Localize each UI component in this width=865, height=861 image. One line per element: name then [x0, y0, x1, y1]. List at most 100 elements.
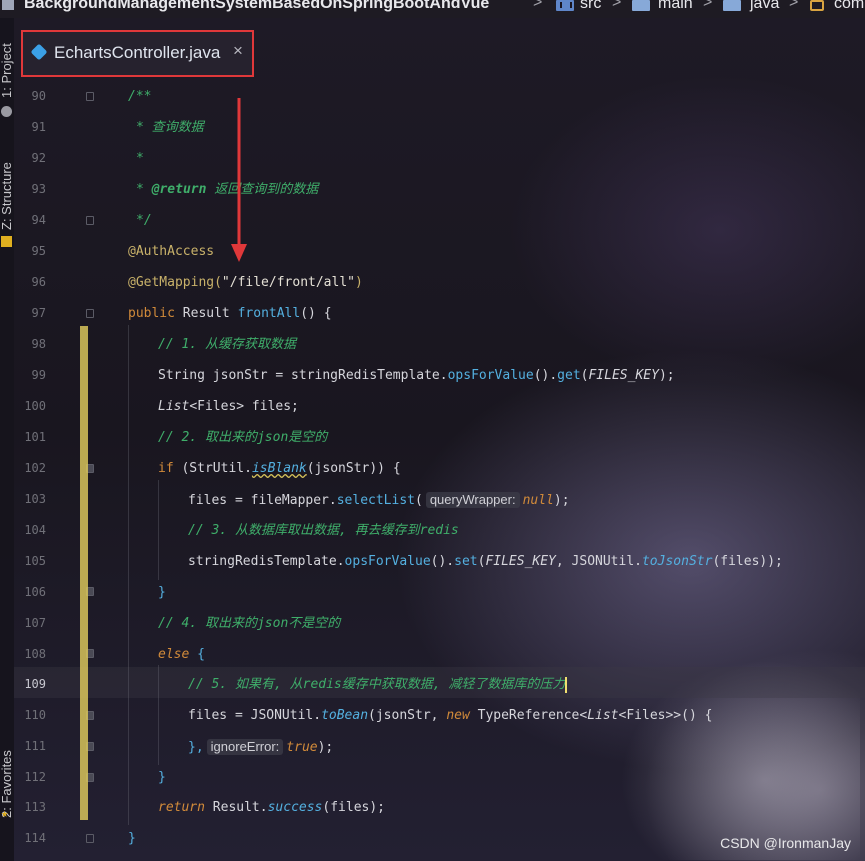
- line-number: 90: [31, 89, 46, 103]
- fold-marker-icon[interactable]: [86, 216, 94, 225]
- code-token: files = JSONUtil.: [188, 708, 322, 723]
- code-token: }: [128, 831, 136, 846]
- code-line-97: public Result frontAll() {: [128, 306, 332, 322]
- code-line-111: }, ignoreError: true);: [188, 739, 333, 756]
- code-token: (files);: [322, 800, 386, 815]
- code-token: (jsonStr)) {: [306, 461, 401, 476]
- line-number: 102: [24, 461, 46, 475]
- code-token: FILES_KEY: [485, 554, 556, 569]
- line-number: 94: [31, 213, 46, 227]
- code-token: @AuthAccess: [128, 244, 215, 259]
- code-line-94: */: [136, 213, 152, 229]
- code-token: (: [415, 493, 423, 508]
- code-token: // 4. 取出来的json不是空的: [158, 616, 341, 631]
- watermark: CSDN @IronmanJay: [720, 835, 851, 851]
- project-tool-tab[interactable]: 1: Project: [0, 43, 14, 98]
- code-line-108: else {: [158, 647, 205, 663]
- code-token: "/file/front/all": [221, 275, 355, 290]
- code-line-91: * 查询数据: [136, 120, 204, 136]
- code-token: set: [454, 554, 478, 569]
- code-token: * 查询数据: [136, 120, 204, 135]
- code-line-99: String jsonStr = stringRedisTemplate.ops…: [158, 368, 675, 384]
- breadcrumb-com[interactable]: com: [834, 0, 864, 12]
- fold-marker-icon[interactable]: [86, 309, 94, 318]
- code-token: <Files>>() {: [618, 708, 713, 723]
- code-line-106: }: [158, 585, 166, 601]
- fold-marker-icon[interactable]: [86, 834, 94, 843]
- code-line-107: // 4. 取出来的json不是空的: [158, 616, 340, 632]
- code-token: List: [158, 399, 190, 414]
- code-token: public: [128, 306, 175, 321]
- code-token: // 3. 从数据库取出数据, 再去缓存到redis: [188, 523, 459, 538]
- code-token: selectList: [336, 493, 415, 508]
- line-number: 105: [24, 554, 46, 568]
- structure-tool-tab[interactable]: Z: Structure: [0, 162, 14, 230]
- code-token: return: [158, 800, 205, 815]
- breadcrumb-project[interactable]: BackgroundManagementSystemBasedOnSpringB…: [24, 0, 489, 12]
- line-number: 111: [24, 739, 46, 753]
- code-line-90: /**: [128, 89, 151, 105]
- line-number: 108: [24, 647, 46, 661]
- code-token: String jsonStr = stringRedisTemplate.: [158, 368, 448, 383]
- chevron-right-icon: >: [533, 0, 543, 11]
- code-line-112: }: [158, 770, 166, 786]
- breadcrumb-main[interactable]: main: [658, 0, 693, 12]
- code-line-110: files = JSONUtil.toBean(jsonStr, new Typ…: [188, 708, 712, 724]
- indent-guide: [158, 480, 159, 580]
- code-token: (jsonStr,: [368, 708, 447, 723]
- line-number: 113: [24, 800, 46, 814]
- code-token: success: [267, 800, 323, 815]
- chevron-right-icon: >: [789, 0, 799, 11]
- code-token: /**: [128, 89, 152, 104]
- code-token: List: [587, 708, 619, 723]
- code-token: Result.: [204, 800, 268, 815]
- code-token: (StrUtil.: [173, 461, 252, 476]
- line-number: 106: [24, 585, 46, 599]
- code-token: }: [158, 585, 166, 600]
- breadcrumb-src[interactable]: src: [580, 0, 601, 12]
- code-token: toJsonStr: [641, 554, 713, 569]
- code-token: // 2. 取出来的json是空的: [158, 430, 328, 445]
- code-line-101: // 2. 取出来的json是空的: [158, 430, 327, 446]
- breadcrumb-java[interactable]: java: [750, 0, 779, 12]
- tab-title: EchartsController.java: [54, 43, 221, 62]
- code-line-98: // 1. 从缓存获取数据: [158, 337, 296, 353]
- code-token: */: [136, 213, 152, 228]
- code-token: <Files> files;: [189, 399, 299, 414]
- line-number: 98: [31, 337, 46, 351]
- vcs-change-marker[interactable]: [80, 326, 88, 820]
- line-number: 114: [24, 831, 46, 845]
- code-token: () {: [300, 306, 332, 321]
- code-token: *: [136, 182, 152, 197]
- line-number: 100: [24, 399, 46, 413]
- code-line-103: files = fileMapper.selectList(queryWrapp…: [188, 492, 570, 509]
- code-token: {: [189, 647, 205, 662]
- code-token: opsForValue: [447, 368, 534, 383]
- code-token: get: [557, 368, 581, 383]
- project-gear-icon[interactable]: [1, 106, 12, 117]
- code-line-92: *: [136, 151, 144, 167]
- star-icon: ★: [1, 806, 9, 820]
- code-line-109: // 5. 如果有, 从redis缓存中获取数据, 减轻了数据库的压力: [188, 677, 568, 693]
- code-token: );: [658, 368, 675, 383]
- code-token: FILES_KEY: [588, 368, 659, 383]
- code-token: stringRedisTemplate.: [188, 554, 345, 569]
- code-token: toBean: [321, 708, 369, 723]
- line-number: 99: [31, 368, 46, 382]
- line-number: 96: [31, 275, 46, 289]
- structure-icon: [1, 236, 12, 247]
- code-line-105: stringRedisTemplate.opsForValue().set(FI…: [188, 554, 783, 570]
- close-icon[interactable]: ×: [233, 41, 243, 61]
- code-token: );: [317, 740, 334, 755]
- tab-echarts-controller[interactable]: EchartsController.java ×: [21, 30, 254, 77]
- line-number-current: 109: [24, 677, 46, 691]
- parameter-hint: queryWrapper:: [425, 492, 520, 508]
- java-class-icon: [30, 43, 48, 61]
- code-token: ): [354, 275, 363, 290]
- code-token: frontAll: [237, 306, 301, 321]
- line-number: 93: [31, 182, 46, 196]
- fold-marker-icon[interactable]: [86, 92, 94, 101]
- line-number: 104: [24, 523, 46, 537]
- parameter-hint: ignoreError:: [206, 739, 284, 755]
- package-icon: [810, 0, 824, 11]
